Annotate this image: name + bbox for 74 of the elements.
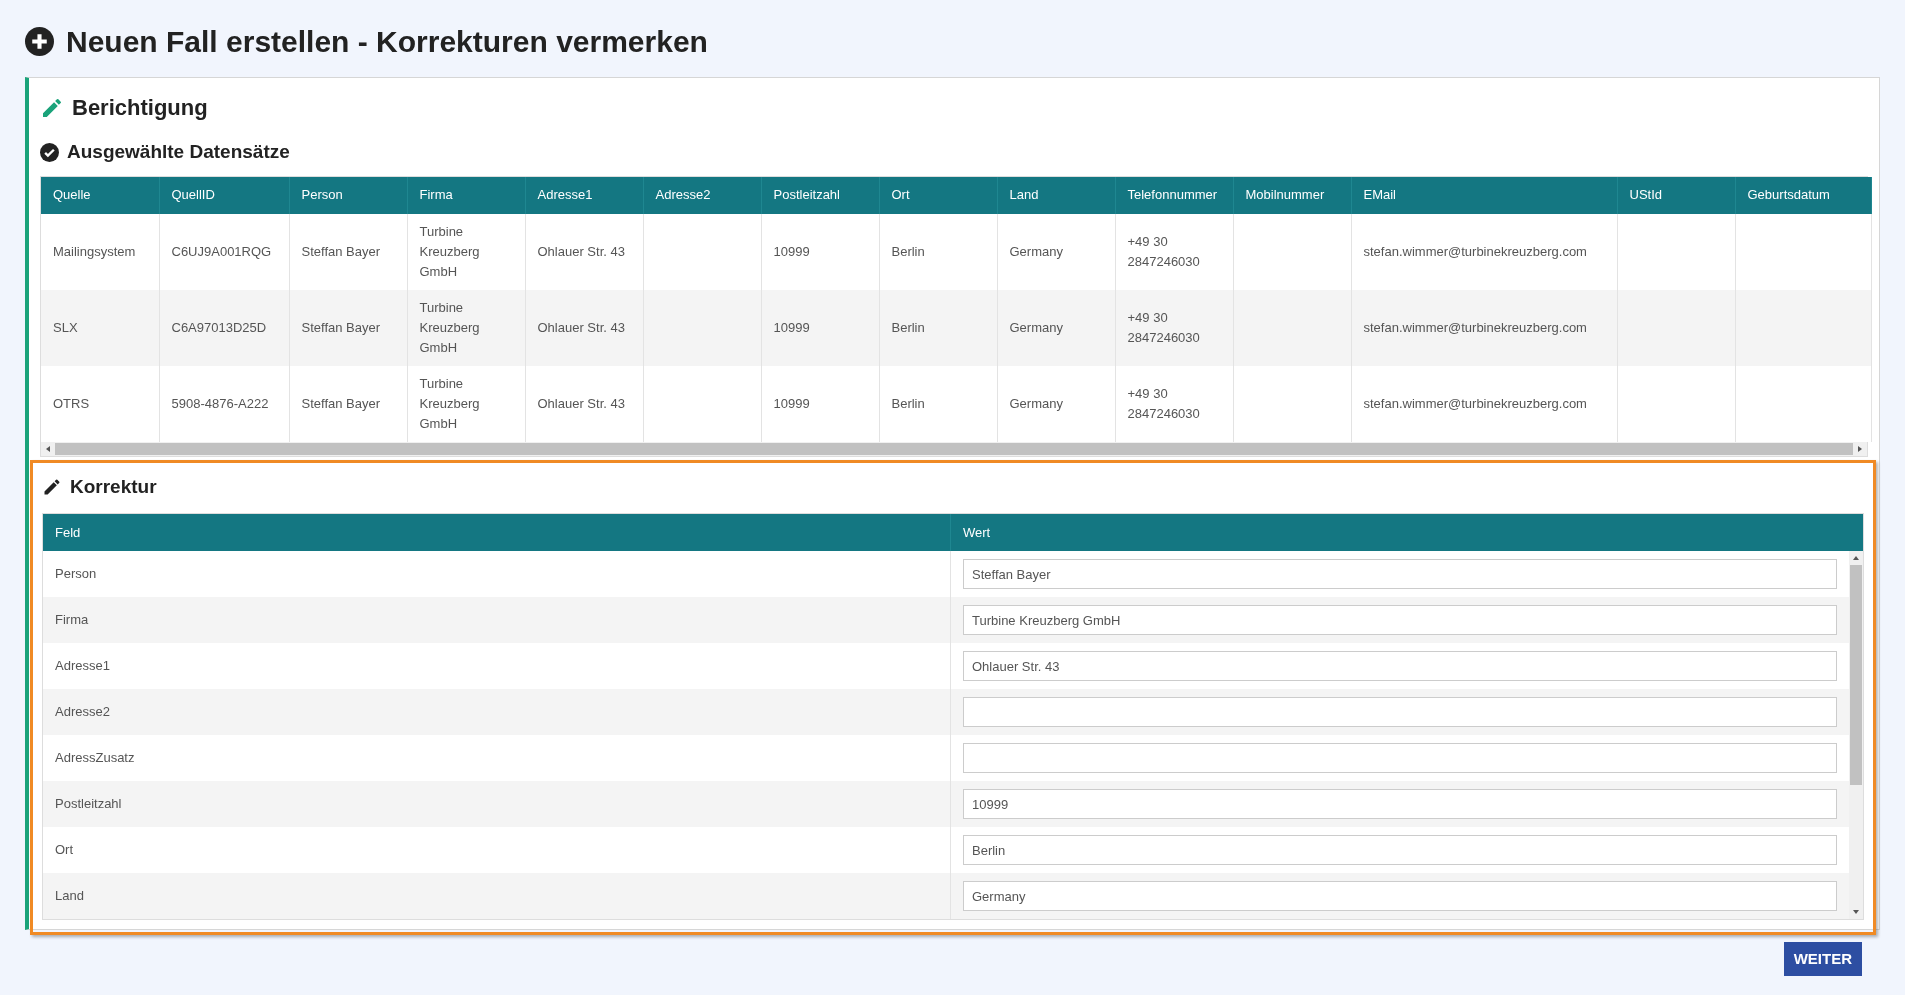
field-label: Adresse2 [55, 703, 110, 722]
arrow-icon[interactable] [44, 444, 52, 453]
column-header: Wert [962, 523, 992, 542]
column-header: Adresse2 [643, 176, 761, 214]
table-cell: Berlin [891, 243, 925, 259]
column-header: Mobilnummer [1233, 176, 1351, 214]
arrow-icon[interactable] [1852, 554, 1860, 562]
value-input[interactable]: Ohlauer Str. 43 [963, 651, 1837, 681]
field-label: Person [55, 565, 97, 584]
column-header: UStId [1617, 176, 1735, 214]
field-label: Adresse1 [55, 657, 110, 676]
column-header: Person [289, 176, 407, 214]
table-cell: Germany [1009, 319, 1063, 335]
value-input[interactable]: Berlin [963, 835, 1837, 865]
table-cell: +49 30 2847246030 [1127, 233, 1200, 269]
table-cell: Steffan Bayer [301, 395, 381, 411]
table-cell: 10999 [773, 395, 810, 411]
table-cell: Turbine Kreuzberg GmbH [419, 223, 480, 279]
field-label: Postleitzahl [55, 795, 122, 814]
value-input[interactable]: Germany [963, 881, 1837, 911]
value-input[interactable]: Steffan Bayer [963, 559, 1837, 589]
arrow-icon[interactable] [1852, 908, 1860, 916]
value-input[interactable] [963, 697, 1837, 727]
table-cell: Turbine Kreuzberg GmbH [419, 299, 480, 355]
table-cell: 10999 [773, 319, 810, 335]
table-cell: +49 30 2847246030 [1127, 385, 1200, 421]
table-cell: stefan.wimmer@turbinekreuzberg.com [1363, 243, 1587, 259]
value-input[interactable] [963, 743, 1837, 773]
table-cell: OTRS [53, 395, 90, 411]
table-cell: Steffan Bayer [301, 319, 381, 335]
table-cell: Mailingsystem [53, 243, 136, 259]
vertical-scrollbar[interactable] [1849, 551, 1863, 919]
section-title: Berichtigung [72, 94, 208, 122]
table-cell: Ohlauer Str. 43 [537, 319, 625, 335]
value-input[interactable]: Turbine Kreuzberg GmbH [963, 605, 1837, 635]
table-cell: Ohlauer Str. 43 [537, 243, 625, 259]
pencil-icon [42, 476, 62, 497]
table-cell: stefan.wimmer@turbinekreuzberg.com [1363, 395, 1587, 411]
column-header: QuellID [159, 176, 289, 214]
column-header: Adresse1 [525, 176, 643, 214]
column-header: Postleitzahl [761, 176, 879, 214]
section-title: Korrektur [70, 474, 157, 499]
arrow-icon[interactable] [1856, 444, 1864, 453]
table-cell: C6A97013D25D [171, 319, 267, 335]
field-label: Firma [55, 611, 89, 630]
column-header: Land [997, 176, 1115, 214]
table-cell: +49 30 2847246030 [1127, 309, 1200, 345]
field-label: AdressZusatz [55, 749, 135, 768]
table-cell: SLX [53, 319, 78, 335]
column-header: EMail [1351, 176, 1617, 214]
table-cell: Turbine Kreuzberg GmbH [419, 375, 480, 431]
table-cell: C6UJ9A001RQG [171, 243, 272, 259]
table-cell: 5908-4876-A222 [171, 395, 269, 411]
column-header: Telefonnummer [1115, 176, 1233, 214]
table-cell: Germany [1009, 395, 1063, 411]
table-cell: 10999 [773, 243, 810, 259]
table-cell: Berlin [891, 319, 925, 335]
table-cell: Berlin [891, 395, 925, 411]
weiter-button[interactable]: WEITER [1783, 942, 1862, 976]
column-header: Ort [879, 176, 997, 214]
page-title: Neuen Fall erstellen - Korrekturen vermerken [66, 23, 708, 60]
field-label: Land [55, 887, 84, 906]
column-header: Firma [407, 176, 525, 214]
table-cell: Germany [1009, 243, 1063, 259]
table-cell: stefan.wimmer@turbinekreuzberg.com [1363, 319, 1587, 335]
plus-circle-icon [25, 26, 54, 56]
subsection-title: Ausgewählte Datensätze [67, 140, 290, 164]
table-cell: Steffan Bayer [301, 243, 381, 259]
column-header: Quelle [41, 176, 159, 214]
value-input[interactable]: 10999 [963, 789, 1837, 819]
table-cell: Ohlauer Str. 43 [537, 395, 625, 411]
field-label: Ort [55, 841, 74, 860]
column-header: Geburtsdatum [1735, 176, 1872, 214]
check-circle-icon [40, 142, 59, 162]
